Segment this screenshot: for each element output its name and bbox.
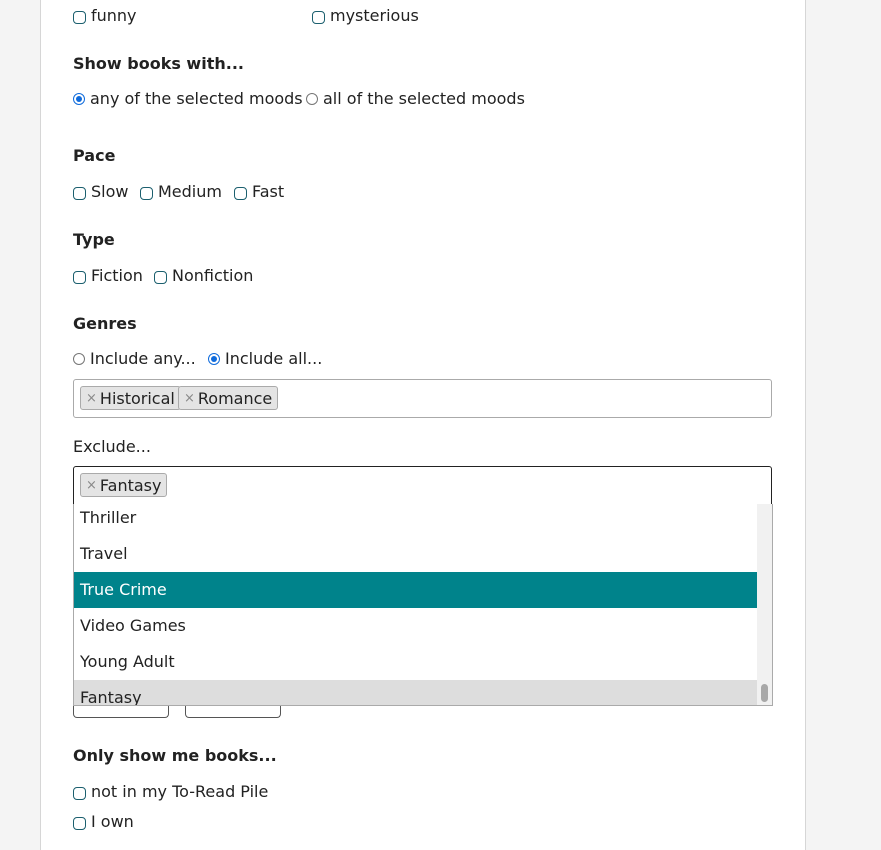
dropdown-option-true-crime[interactable]: True Crime: [74, 572, 758, 608]
only-show-heading: Only show me books...: [73, 746, 277, 765]
pace-slow-option[interactable]: Slow: [73, 182, 128, 202]
remove-fantasy-icon[interactable]: ×: [86, 478, 97, 493]
pace-fast-label: Fast: [252, 182, 285, 201]
remove-historical-icon[interactable]: ×: [86, 391, 97, 406]
dropdown-option-travel[interactable]: Travel: [74, 536, 758, 572]
exclude-dropdown-list[interactable]: Thriller Travel True Crime Video Games Y…: [73, 504, 773, 706]
type-heading: Type: [73, 230, 115, 249]
not-in-pile-checkbox[interactable]: [73, 787, 86, 800]
exclude-tag-fantasy-label: Fantasy: [99, 475, 162, 495]
show-books-with-heading: Show books with...: [73, 54, 244, 73]
dropdown-option-fantasy[interactable]: Fantasy: [74, 680, 758, 705]
only-show-i-own-option[interactable]: I own: [73, 812, 134, 832]
moods-any-radio[interactable]: [73, 93, 85, 105]
i-own-label: I own: [91, 812, 134, 831]
mood-option-funny[interactable]: funny: [73, 6, 137, 26]
type-fiction-label: Fiction: [91, 266, 143, 285]
type-fiction-option[interactable]: Fiction: [73, 266, 143, 286]
genres-include-any-label: Include any...: [90, 349, 196, 368]
moods-all-option[interactable]: all of the selected moods: [306, 89, 525, 109]
pace-medium-option[interactable]: Medium: [140, 182, 222, 202]
only-show-not-in-pile-option[interactable]: not in my To-Read Pile: [73, 782, 268, 802]
i-own-checkbox[interactable]: [73, 817, 86, 830]
genres-include-any-option[interactable]: Include any...: [73, 349, 196, 369]
dropdown-option-thriller[interactable]: Thriller: [74, 504, 758, 536]
moods-any-label: any of the selected moods: [90, 89, 303, 108]
dropdown-option-video-games[interactable]: Video Games: [74, 608, 758, 644]
pace-medium-label: Medium: [158, 182, 222, 201]
genre-tag-historical: × Historical: [80, 386, 181, 410]
pace-slow-label: Slow: [91, 182, 129, 201]
mood-mysterious-checkbox[interactable]: [312, 11, 325, 24]
mood-funny-label: funny: [91, 6, 137, 25]
genre-tag-romance-label: Romance: [197, 388, 273, 408]
genres-exclude-select[interactable]: × Fantasy: [73, 466, 772, 505]
exclude-label: Exclude...: [73, 437, 151, 456]
remove-romance-icon[interactable]: ×: [184, 391, 195, 406]
genres-include-all-option[interactable]: Include all...: [208, 349, 322, 369]
type-nonfiction-label: Nonfiction: [172, 266, 254, 285]
pace-fast-option[interactable]: Fast: [234, 182, 284, 202]
genres-include-all-radio[interactable]: [208, 353, 220, 365]
genres-heading: Genres: [73, 314, 137, 333]
genres-include-any-radio[interactable]: [73, 353, 85, 365]
pace-heading: Pace: [73, 146, 116, 165]
pace-fast-checkbox[interactable]: [234, 187, 247, 200]
pace-slow-checkbox[interactable]: [73, 187, 86, 200]
genres-include-select[interactable]: × Historical × Romance: [73, 379, 772, 418]
moods-any-option[interactable]: any of the selected moods: [73, 89, 303, 109]
type-fiction-checkbox[interactable]: [73, 271, 86, 284]
genres-include-all-label: Include all...: [225, 349, 323, 368]
mood-option-mysterious[interactable]: mysterious: [312, 6, 419, 26]
mood-mysterious-label: mysterious: [330, 6, 419, 25]
exclude-tag-fantasy: × Fantasy: [80, 473, 168, 497]
dropdown-scrollbar-thumb[interactable]: [761, 684, 768, 702]
type-nonfiction-option[interactable]: Nonfiction: [154, 266, 253, 286]
filter-panel: [40, 0, 806, 850]
dropdown-option-young-adult[interactable]: Young Adult: [74, 644, 758, 680]
dropdown-scrollbar[interactable]: [757, 504, 772, 705]
type-nonfiction-checkbox[interactable]: [154, 271, 167, 284]
not-in-pile-label: not in my To-Read Pile: [91, 782, 269, 801]
mood-funny-checkbox[interactable]: [73, 11, 86, 24]
moods-all-label: all of the selected moods: [323, 89, 525, 108]
pace-medium-checkbox[interactable]: [140, 187, 153, 200]
genre-tag-romance: × Romance: [178, 386, 279, 410]
genre-tag-historical-label: Historical: [99, 388, 175, 408]
moods-all-radio[interactable]: [306, 93, 318, 105]
